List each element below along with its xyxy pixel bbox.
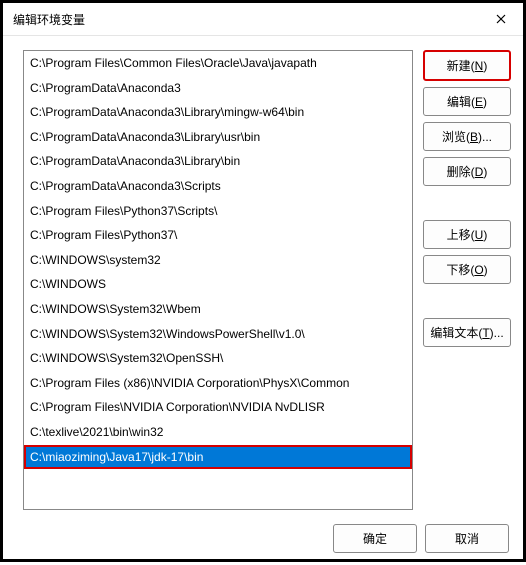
btn-suffix: )	[483, 228, 487, 242]
move-down-button[interactable]: 下移(O)	[423, 255, 511, 284]
list-item[interactable]: C:\WINDOWS\System32\OpenSSH\	[24, 346, 412, 371]
btn-suffix: )	[484, 263, 488, 277]
list-item[interactable]: C:\Program Files (x86)\NVIDIA Corporatio…	[24, 371, 412, 396]
btn-suffix: )...	[490, 326, 504, 340]
btn-key: T	[482, 326, 489, 340]
list-item[interactable]: C:\WINDOWS	[24, 272, 412, 297]
list-item[interactable]: C:\texlive\2021\bin\win32	[24, 420, 412, 445]
list-item[interactable]: C:\ProgramData\Anaconda3\Scripts	[24, 174, 412, 199]
btn-label: 删除(	[447, 165, 475, 179]
btn-suffix: )	[483, 95, 487, 109]
list-item[interactable]: C:\WINDOWS\System32\Wbem	[24, 297, 412, 322]
btn-label: 编辑文本(	[430, 326, 482, 340]
bottom-bar: 确定 取消	[3, 516, 523, 565]
browse-button[interactable]: 浏览(B)...	[423, 122, 511, 151]
btn-key: O	[474, 263, 483, 277]
btn-suffix: )	[483, 165, 487, 179]
titlebar: 编辑环境变量	[3, 3, 523, 36]
list-item[interactable]: C:\ProgramData\Anaconda3\Library\mingw-w…	[24, 100, 412, 125]
move-up-button[interactable]: 上移(U)	[423, 220, 511, 249]
list-item[interactable]: C:\Program Files\Common Files\Oracle\Jav…	[24, 51, 412, 76]
edit-button[interactable]: 编辑(E)	[423, 87, 511, 116]
spacer	[423, 192, 511, 214]
btn-key: B	[470, 130, 478, 144]
list-item[interactable]: C:\Program Files\NVIDIA Corporation\NVID…	[24, 395, 412, 420]
button-column: 新建(N) 编辑(E) 浏览(B)... 删除(D) 上移(U) 下移(O) 编…	[423, 50, 511, 510]
close-button[interactable]	[487, 9, 515, 29]
btn-key: E	[475, 95, 483, 109]
cancel-button[interactable]: 取消	[425, 524, 509, 553]
list-item[interactable]: C:\ProgramData\Anaconda3\Library\bin	[24, 149, 412, 174]
list-item[interactable]: C:\ProgramData\Anaconda3	[24, 76, 412, 101]
list-item[interactable]: C:\ProgramData\Anaconda3\Library\usr\bin	[24, 125, 412, 150]
btn-label: 新建(	[447, 59, 475, 73]
list-item[interactable]: C:\Program Files\Python37\Scripts\	[24, 199, 412, 224]
delete-button[interactable]: 删除(D)	[423, 157, 511, 186]
list-item[interactable]: C:\WINDOWS\System32\WindowsPowerShell\v1…	[24, 322, 412, 347]
spacer	[423, 290, 511, 312]
new-button[interactable]: 新建(N)	[423, 50, 511, 81]
btn-suffix: )	[483, 59, 487, 73]
list-item[interactable]: C:\miaoziming\Java17\jdk-17\bin	[24, 445, 412, 470]
edit-env-var-dialog: 编辑环境变量 C:\Program Files\Common Files\Ora…	[0, 0, 526, 562]
btn-label: 上移(	[447, 228, 475, 242]
close-icon	[496, 14, 506, 24]
path-listbox[interactable]: C:\Program Files\Common Files\Oracle\Jav…	[23, 50, 413, 510]
list-item[interactable]: C:\Program Files\Python37\	[24, 223, 412, 248]
btn-label: 编辑(	[447, 95, 475, 109]
btn-suffix: )...	[478, 130, 492, 144]
edit-text-button[interactable]: 编辑文本(T)...	[423, 318, 511, 347]
btn-label: 下移(	[446, 263, 474, 277]
btn-label: 浏览(	[442, 130, 470, 144]
ok-button[interactable]: 确定	[333, 524, 417, 553]
dialog-title: 编辑环境变量	[13, 11, 85, 28]
list-item[interactable]: C:\WINDOWS\system32	[24, 248, 412, 273]
dialog-content: C:\Program Files\Common Files\Oracle\Jav…	[3, 36, 523, 516]
